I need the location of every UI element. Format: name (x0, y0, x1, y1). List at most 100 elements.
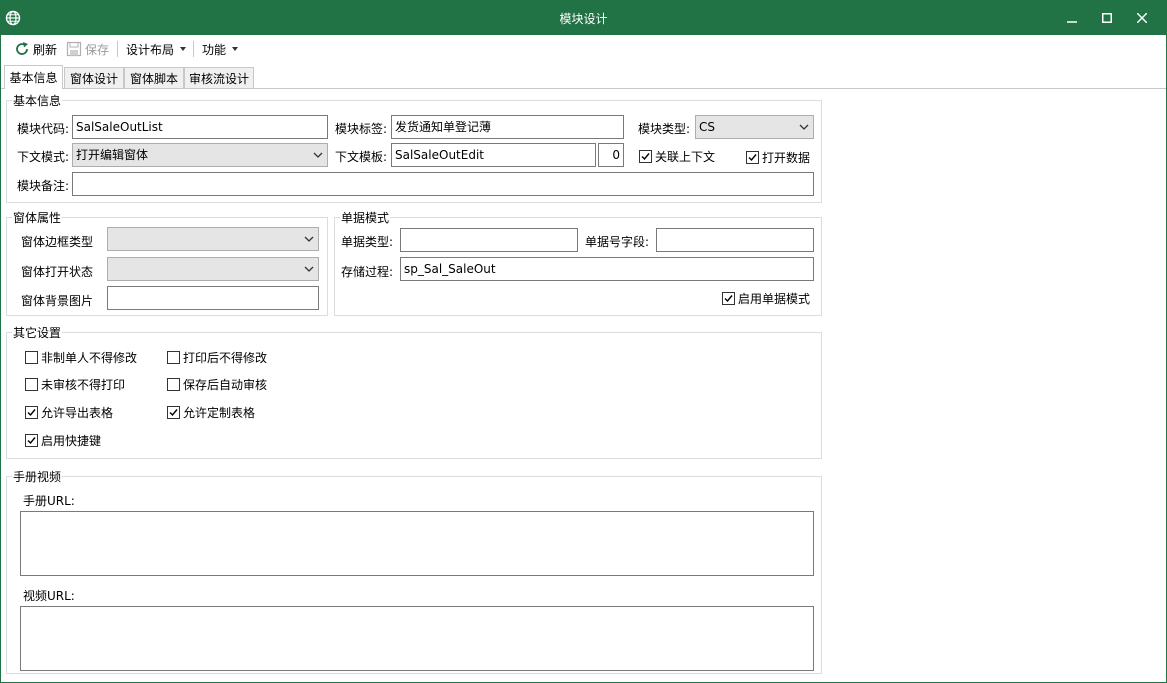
chevron-down-icon (304, 266, 314, 272)
tab-underline (1, 88, 1166, 89)
allow-export-table-checkbox[interactable]: 允许导出表格 (25, 404, 113, 421)
stored-proc-label: 存储过程: (341, 265, 394, 279)
module-type-value: CS (699, 120, 715, 134)
no-edit-after-print-checkbox[interactable]: 打印后不得修改 (167, 349, 267, 366)
checkbox-box (167, 378, 180, 391)
chevron-down-icon (799, 124, 809, 130)
allow-custom-table-checkbox[interactable]: 允许定制表格 (167, 404, 255, 421)
minimize-icon (1067, 21, 1077, 23)
tab-form-script[interactable]: 窗体脚本 (124, 67, 184, 89)
no-print-unapproved-checkbox[interactable]: 未审核不得打印 (25, 376, 125, 393)
checkbox-box (25, 351, 38, 364)
refresh-button[interactable]: 刷新 (14, 40, 57, 58)
manual-url-textarea[interactable] (20, 511, 814, 576)
tab-approval-flow[interactable]: 审核流设计 (184, 67, 254, 89)
doc-no-field-input[interactable] (656, 228, 814, 252)
enable-doc-mode-checkbox[interactable]: 启用单据模式 (722, 290, 810, 307)
open-state-label: 窗体打开状态 (21, 265, 94, 279)
title-bar: 模块设计 (1, 1, 1166, 35)
video-url-textarea[interactable] (20, 606, 814, 671)
no-edit-after-print-label: 打印后不得修改 (183, 351, 268, 365)
maximize-icon (1102, 13, 1112, 23)
enable-doc-mode-label: 启用单据模式 (738, 292, 811, 306)
module-code-input[interactable]: SalSaleOutList (72, 115, 328, 139)
tab-bar: 基本信息 窗体设计 窗体脚本 审核流设计 (1, 65, 1166, 89)
follow-template-number[interactable]: 0 (598, 143, 624, 167)
border-type-label: 窗体边框类型 (21, 235, 94, 249)
auto-approve-on-save-label: 保存后自动审核 (183, 378, 268, 392)
non-creator-no-edit-label: 非制单人不得修改 (41, 351, 138, 365)
video-url-label: 视频URL: (23, 589, 75, 603)
border-type-select[interactable] (107, 227, 319, 251)
refresh-icon (16, 42, 28, 55)
close-icon (1137, 13, 1147, 23)
dropdown-arrow-icon (180, 47, 187, 51)
close-button[interactable] (1125, 1, 1159, 35)
enable-shortcuts-checkbox[interactable]: 启用快捷键 (25, 432, 101, 449)
stored-proc-input[interactable]: sp_Sal_SaleOut (400, 257, 814, 281)
checkmark-icon (169, 409, 178, 417)
toolbar-divider (193, 41, 194, 57)
module-remark-label: 模块备注: (17, 179, 70, 193)
window-title: 模块设计 (559, 12, 608, 26)
basic-info-title: 基本信息 (12, 92, 63, 109)
bg-image-input[interactable] (107, 286, 319, 310)
doc-type-input[interactable] (400, 228, 578, 252)
open-data-checkbox[interactable]: 打开数据 (746, 149, 810, 166)
module-remark-input[interactable] (72, 172, 814, 196)
tab-form-design[interactable]: 窗体设计 (64, 67, 124, 89)
checkbox-box (722, 292, 735, 305)
refresh-label: 刷新 (33, 42, 58, 57)
link-context-label: 关联上下文 (655, 150, 716, 164)
design-layout-label: 设计布局 (126, 42, 175, 57)
manual-video-title: 手册视频 (12, 468, 63, 485)
checkbox-box (25, 434, 38, 447)
allow-custom-table-label: 允许定制表格 (183, 406, 256, 420)
bg-image-label: 窗体背景图片 (21, 294, 94, 308)
module-design-window: 模块设计 刷新 保存 设计布局 功能 基本信息 窗体设计 窗体脚本 审核流设计 … (0, 0, 1167, 683)
non-creator-no-edit-checkbox[interactable]: 非制单人不得修改 (25, 349, 137, 366)
link-context-checkbox[interactable]: 关联上下文 (639, 148, 715, 165)
checkbox-box (746, 151, 759, 164)
auto-approve-on-save-checkbox[interactable]: 保存后自动审核 (167, 376, 267, 393)
window-props-title: 窗体属性 (12, 209, 63, 226)
checkbox-box (167, 351, 180, 364)
tab-basic-info[interactable]: 基本信息 (4, 65, 63, 89)
allow-export-table-label: 允许导出表格 (41, 406, 114, 420)
maximize-button[interactable] (1090, 1, 1124, 35)
module-tag-input[interactable]: 发货通知单登记薄 (391, 115, 624, 139)
follow-template-input[interactable]: SalSaleOutEdit (391, 143, 596, 167)
open-state-select[interactable] (107, 257, 319, 281)
follow-template-label: 下文模板: (335, 150, 388, 164)
toolbar-divider (117, 41, 118, 57)
save-button[interactable]: 保存 (66, 40, 109, 58)
doc-mode-title: 单据模式 (340, 209, 391, 226)
module-code-label: 模块代码: (17, 122, 70, 136)
open-data-label: 打开数据 (762, 151, 811, 165)
save-label: 保存 (85, 42, 110, 57)
chevron-down-icon (313, 152, 323, 158)
checkbox-box (167, 406, 180, 419)
follow-mode-select[interactable]: 打开编辑窗体 (72, 143, 328, 167)
functions-menu[interactable]: 功能 (202, 40, 239, 58)
design-layout-menu[interactable]: 设计布局 (126, 40, 187, 58)
manual-url-label: 手册URL: (23, 494, 75, 508)
functions-label: 功能 (202, 42, 227, 57)
enable-shortcuts-label: 启用快捷键 (41, 434, 102, 448)
checkbox-box (25, 378, 38, 391)
checkmark-icon (724, 295, 733, 303)
checkmark-icon (27, 409, 36, 417)
other-settings-title: 其它设置 (12, 324, 63, 341)
module-tag-label: 模块标签: (335, 122, 388, 136)
follow-mode-value: 打开编辑窗体 (76, 148, 149, 162)
module-type-select[interactable]: CS (695, 115, 814, 139)
checkbox-box (639, 150, 652, 163)
checkmark-icon (641, 153, 650, 161)
dropdown-arrow-icon (232, 47, 239, 51)
minimize-button[interactable] (1055, 1, 1089, 35)
checkbox-box (25, 406, 38, 419)
follow-mode-label: 下文模式: (17, 150, 70, 164)
doc-no-field-label: 单据号字段: (585, 235, 650, 249)
checkmark-icon (748, 154, 757, 162)
save-icon (66, 41, 82, 57)
